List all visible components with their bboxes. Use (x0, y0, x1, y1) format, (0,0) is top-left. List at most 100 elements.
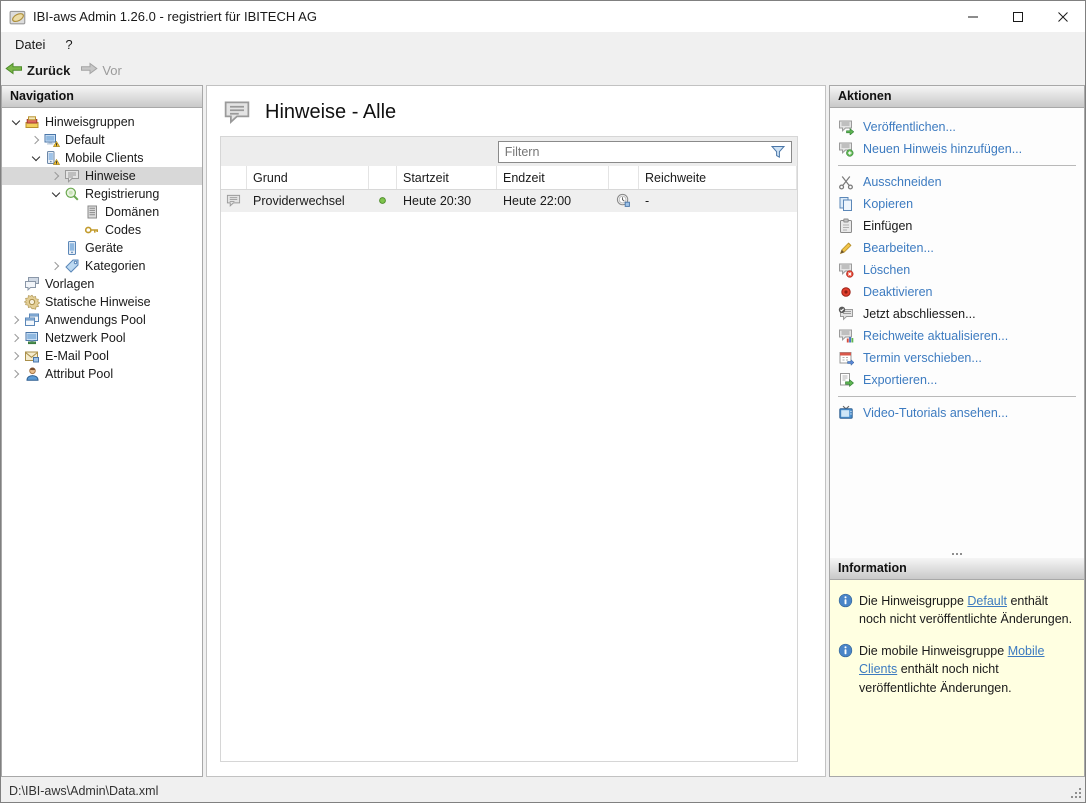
static-notices-icon (24, 294, 40, 310)
action-ausschneiden[interactable]: Ausschneiden (838, 171, 1084, 193)
sidebar-item-label: Geräte (85, 241, 123, 255)
network-pool-icon (24, 330, 40, 346)
notice-groups-icon (24, 114, 40, 130)
sidebar-item-hinweisgruppen[interactable]: Hinweisgruppen (2, 113, 202, 131)
column-header-startzeit[interactable]: Startzeit (397, 166, 497, 189)
action-label: Exportieren... (863, 373, 937, 387)
minimize-button[interactable] (950, 1, 995, 32)
status-bar: D:\IBI-aws\Admin\Data.xml (1, 779, 1085, 802)
application-pool-icon (24, 312, 40, 328)
update-scope-icon (838, 328, 854, 344)
chevron-right-icon[interactable] (48, 258, 64, 274)
sidebar-item-e-mail-pool[interactable]: E-Mail Pool (2, 347, 202, 365)
sidebar-item-label: Netzwerk Pool (45, 331, 126, 345)
chevron-down-icon[interactable] (48, 186, 64, 202)
app-icon (9, 8, 27, 26)
forward-button[interactable]: Vor (80, 61, 122, 79)
chevron-down-icon[interactable] (8, 114, 24, 130)
sidebar-item-dom-nen[interactable]: Domänen (2, 203, 202, 221)
back-button[interactable]: Zurück (5, 61, 70, 79)
action-exportieren[interactable]: Exportieren... (838, 369, 1084, 391)
filter-field[interactable] (498, 141, 792, 163)
sidebar-item-label: Attribut Pool (45, 367, 113, 381)
sidebar-item-kategorien[interactable]: Kategorien (2, 257, 202, 275)
notices-title-icon (221, 98, 253, 126)
app-window: IBI-aws Admin 1.26.0 - registriert für I… (0, 0, 1086, 803)
chevron-spacer (68, 222, 84, 238)
column-header-icon[interactable] (609, 166, 639, 189)
back-label: Zurück (27, 63, 70, 78)
table-row[interactable]: ProviderwechselHeute 20:30Heute 22:00- (221, 190, 797, 212)
menu-help[interactable]: ? (55, 34, 82, 55)
panel-splitter[interactable] (830, 549, 1084, 558)
information-body: Die Hinweisgruppe Default enthält noch n… (830, 580, 1084, 776)
navigation-tree: HinweisgruppenDefaultMobile ClientsHinwe… (2, 108, 202, 383)
page-title: Hinweise - Alle (265, 101, 396, 124)
action-label: Kopieren (863, 197, 913, 211)
sidebar-item-mobile-clients[interactable]: Mobile Clients (2, 149, 202, 167)
sidebar-item-hinweise[interactable]: Hinweise (2, 167, 202, 185)
templates-icon (24, 276, 40, 292)
workspace: Navigation HinweisgruppenDefaultMobile C… (1, 83, 1085, 779)
sidebar-item-vorlagen[interactable]: Vorlagen (2, 275, 202, 293)
green-dot-icon (375, 193, 391, 209)
sidebar-item-default[interactable]: Default (2, 131, 202, 149)
sidebar-item-codes[interactable]: Codes (2, 221, 202, 239)
filter-input[interactable] (499, 145, 770, 159)
info-notice-text: Die Hinweisgruppe Default enthält noch n… (859, 592, 1076, 628)
table-cell: Heute 22:00 (497, 190, 609, 212)
publish-icon (838, 119, 854, 135)
action-l-schen[interactable]: Löschen (838, 259, 1084, 281)
sidebar-item-ger-te[interactable]: Geräte (2, 239, 202, 257)
action-neuen-hinweis-hinzuf-gen[interactable]: Neuen Hinweis hinzufügen... (838, 138, 1084, 160)
action-label: Termin verschieben... (863, 351, 982, 365)
action-label: Einfügen (863, 219, 912, 233)
actions-separator (838, 165, 1076, 166)
table-cell (609, 190, 639, 212)
action-termin-verschieben[interactable]: Termin verschieben... (838, 347, 1084, 369)
action-kopieren[interactable]: Kopieren (838, 193, 1084, 215)
attribute-pool-icon (24, 366, 40, 382)
chevron-right-icon[interactable] (8, 330, 24, 346)
column-header-icon[interactable] (369, 166, 397, 189)
chevron-right-icon[interactable] (8, 366, 24, 382)
domains-icon (84, 204, 100, 220)
column-header-icon[interactable] (221, 166, 247, 189)
column-header-reichweite[interactable]: Reichweite (639, 166, 797, 189)
chevron-right-icon[interactable] (28, 132, 44, 148)
resize-grip-icon[interactable] (1070, 787, 1083, 800)
delete-icon (838, 262, 854, 278)
chevron-right-icon[interactable] (8, 312, 24, 328)
menu-bar: Datei ? (1, 32, 1085, 57)
close-button[interactable] (1040, 1, 1085, 32)
chevron-right-icon[interactable] (48, 168, 64, 184)
action-deaktivieren[interactable]: Deaktivieren (838, 281, 1084, 303)
action-video-tutorials-ansehen[interactable]: Video-Tutorials ansehen... (838, 402, 1084, 424)
action-reichweite-aktualisieren[interactable]: Reichweite aktualisieren... (838, 325, 1084, 347)
tool-bar: Zurück Vor (1, 57, 1085, 83)
export-icon (838, 372, 854, 388)
actions-list: Veröffentlichen... Neuen Hinweis hinzufüg… (830, 108, 1084, 424)
column-header-grund[interactable]: Grund (247, 166, 369, 189)
action-label: Veröffentlichen... (863, 120, 956, 134)
chevron-spacer (48, 240, 64, 256)
info-notice: Die mobile Hinweisgruppe Mobile Clients … (838, 642, 1076, 696)
action-bearbeiten[interactable]: Bearbeiten... (838, 237, 1084, 259)
column-header-endzeit[interactable]: Endzeit (497, 166, 609, 189)
sidebar-item-anwendungs-pool[interactable]: Anwendungs Pool (2, 311, 202, 329)
info-link-mobile-clients[interactable]: Mobile Clients (859, 644, 1045, 676)
info-link-default[interactable]: Default (967, 594, 1007, 608)
sidebar-item-registrierung[interactable]: Registrierung (2, 185, 202, 203)
maximize-button[interactable] (995, 1, 1040, 32)
sidebar-item-statische-hinweise[interactable]: Statische Hinweise (2, 293, 202, 311)
chevron-down-icon[interactable] (28, 150, 44, 166)
sidebar-item-attribut-pool[interactable]: Attribut Pool (2, 365, 202, 383)
chevron-right-icon[interactable] (8, 348, 24, 364)
info-icon (838, 643, 853, 658)
actions-section: Aktionen Veröffentlichen...Neuen Hinweis… (830, 86, 1084, 549)
filter-funnel-icon[interactable] (770, 144, 788, 160)
sidebar-item-netzwerk-pool[interactable]: Netzwerk Pool (2, 329, 202, 347)
menu-datei[interactable]: Datei (5, 34, 55, 55)
action-ver-ffentlichen[interactable]: Veröffentlichen... (838, 116, 1084, 138)
notices-icon (64, 168, 80, 184)
